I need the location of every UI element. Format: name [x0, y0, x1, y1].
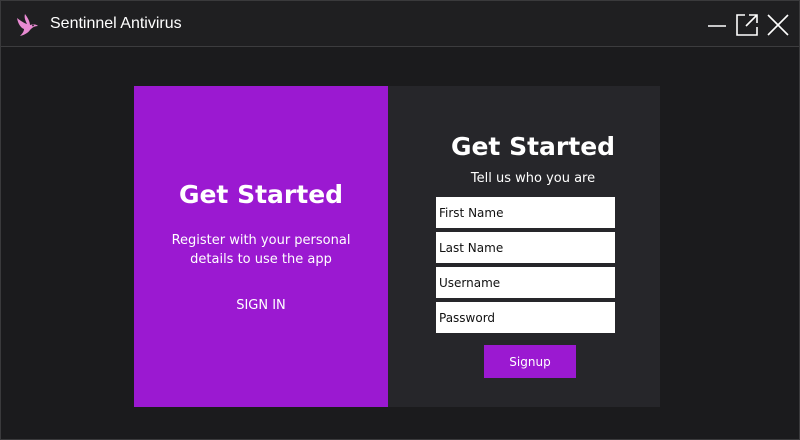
signup-button[interactable]: Signup	[484, 345, 576, 378]
username-field[interactable]	[436, 267, 615, 298]
form-heading: Get Started	[450, 132, 616, 161]
minimize-icon[interactable]	[706, 13, 730, 37]
app-title: Sentinnel Antivirus	[50, 15, 182, 32]
password-field[interactable]	[436, 302, 615, 333]
sign-in-link[interactable]: SIGN IN	[211, 298, 311, 313]
last-name-field[interactable]	[436, 232, 615, 263]
popout-icon[interactable]	[735, 13, 759, 37]
first-name-field[interactable]	[436, 197, 615, 228]
welcome-panel: Get Started Register with your personal …	[134, 86, 388, 407]
welcome-heading: Get Started	[178, 180, 344, 209]
bird-logo-icon	[17, 14, 38, 36]
app-window: Sentinnel Antivirus Get Started Register…	[0, 0, 800, 440]
title-bar[interactable]: Sentinnel Antivirus	[1, 1, 799, 47]
signup-card: Get Started Register with your personal …	[134, 86, 660, 407]
welcome-description: Register with your personal details to u…	[171, 233, 351, 267]
close-icon[interactable]	[766, 13, 790, 37]
form-subheading: Tell us who you are	[470, 171, 596, 186]
